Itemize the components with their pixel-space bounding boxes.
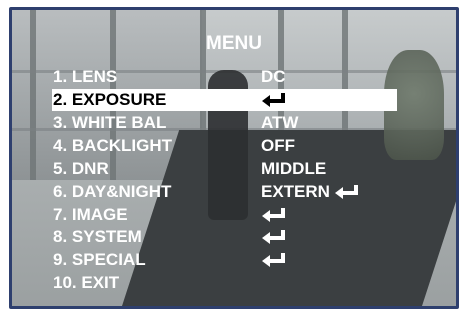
menu-item-value — [261, 249, 287, 271]
enter-arrow-icon — [261, 92, 287, 110]
menu-item-label: 1. LENS — [53, 67, 118, 86]
menu-item-4[interactable]: 4. BACKLIGHT OFF — [12, 135, 456, 157]
menu-item-value-text: ATW — [261, 113, 299, 132]
menu-item-value: ATW — [261, 112, 298, 134]
menu-item-value: OFF — [261, 135, 295, 157]
enter-arrow-icon — [261, 229, 287, 247]
menu-item-6[interactable]: 6. DAY&NIGHT EXTERN — [12, 181, 456, 203]
menu-item-label: 2. EXPOSURE — [53, 90, 167, 109]
menu-item-value-text: EXTERN — [261, 182, 330, 201]
menu-item-label: 6. DAY&NIGHT — [53, 182, 172, 201]
menu-title: MENU — [206, 33, 262, 54]
menu-item-value-text: OFF — [261, 136, 295, 155]
menu-item-3[interactable]: 3. WHITE BAL ATW — [12, 112, 456, 134]
camera-osd-screen: MENU 1. LENS DC 2. EXPOSURE 3. WHITE BAL ATW… — [9, 7, 459, 309]
menu-item-label: 5. DNR — [53, 159, 109, 178]
menu-item-1[interactable]: 1. LENS DC — [12, 66, 456, 88]
menu-item-label: 3. WHITE BAL — [53, 113, 167, 132]
monitor-frame: MENU 1. LENS DC 2. EXPOSURE 3. WHITE BAL ATW… — [0, 0, 471, 318]
menu-item-value: MIDDLE — [261, 158, 326, 180]
menu-item-8[interactable]: 8. SYSTEM — [12, 226, 456, 248]
menu-item-label: 9. SPECIAL — [53, 250, 146, 269]
menu-item-value — [261, 226, 287, 248]
menu-item-value — [261, 204, 287, 226]
menu-item-label: 4. BACKLIGHT — [53, 136, 172, 155]
menu-item-7[interactable]: 7. IMAGE — [12, 204, 456, 226]
menu-item-value-text: MIDDLE — [261, 159, 327, 178]
menu-item-value-text: DC — [261, 67, 286, 86]
menu-item-label: 8. SYSTEM — [53, 227, 142, 246]
menu-item-label: 10. EXIT — [53, 273, 120, 292]
menu-item-9[interactable]: 9. SPECIAL — [12, 249, 456, 271]
menu-item-10[interactable]: 10. EXIT — [12, 272, 456, 294]
menu-item-value: EXTERN — [261, 181, 360, 203]
menu-item-value — [261, 89, 287, 111]
enter-arrow-icon — [261, 207, 287, 225]
menu-item-value: DC — [261, 66, 286, 88]
menu-item-label: 7. IMAGE — [53, 205, 128, 224]
enter-arrow-icon — [334, 184, 360, 202]
menu-item-2[interactable]: 2. EXPOSURE — [12, 89, 456, 111]
menu-item-5[interactable]: 5. DNR MIDDLE — [12, 158, 456, 180]
enter-arrow-icon — [261, 252, 287, 270]
